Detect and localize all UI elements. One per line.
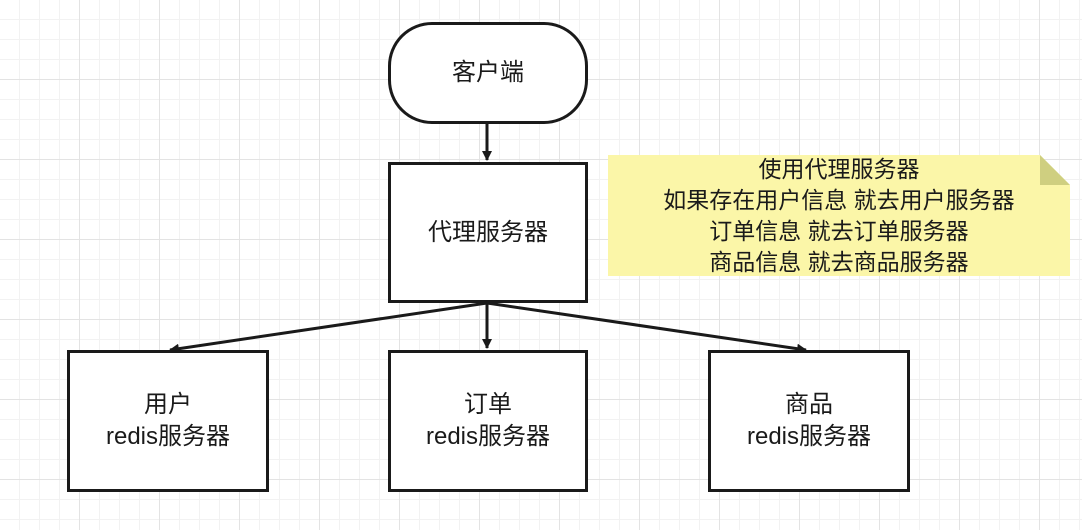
note-line: 订单信息 就去订单服务器 [709,217,969,244]
note-line: 使用代理服务器 [758,155,920,182]
arrow-proxy-to-user-server [169,301,488,354]
note-box: 使用代理服务器 如果存在用户信息 就去用户服务器 订单信息 就去订单服务器 商品… [608,155,1070,276]
client-node[interactable]: 客户端 [388,22,588,124]
order-server-subtitle: redis服务器 [425,423,551,450]
proxy-server-node[interactable]: 代理服务器 [388,162,588,303]
product-server-subtitle: redis服务器 [746,423,872,450]
product-server-title: 商品 [785,391,833,418]
arrow-proxy-to-product-server [486,301,807,354]
user-server-subtitle: redis服务器 [105,423,231,450]
user-redis-server-node[interactable]: 用户 redis服务器 [67,350,269,492]
order-server-title: 订单 [464,391,512,418]
note-line: 商品信息 就去商品服务器 [709,248,969,275]
note-line: 如果存在用户信息 就去用户服务器 [663,186,1015,213]
product-redis-server-node[interactable]: 商品 redis服务器 [708,350,910,492]
order-redis-server-node[interactable]: 订单 redis服务器 [388,350,588,492]
user-server-title: 用户 [144,391,192,418]
proxy-server-label: 代理服务器 [428,218,548,246]
client-label: 客户端 [452,59,524,86]
